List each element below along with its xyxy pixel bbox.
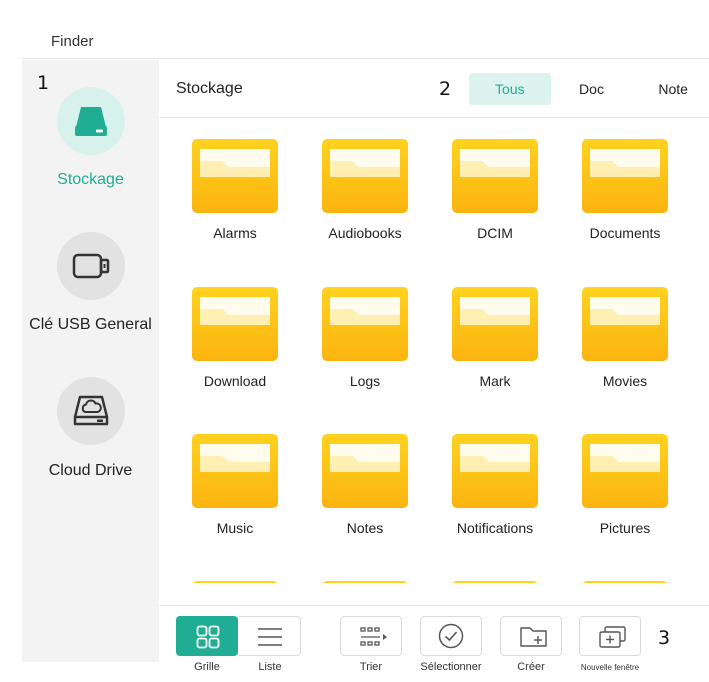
callout-3: 3 bbox=[658, 627, 671, 649]
folder-icon bbox=[192, 434, 278, 508]
list-view-button[interactable] bbox=[239, 616, 301, 656]
folder-icon bbox=[192, 139, 278, 213]
folder-icon bbox=[192, 287, 278, 361]
folder-icon bbox=[322, 287, 408, 361]
folder-item[interactable]: Alarms bbox=[170, 119, 300, 241]
folder-name: Documents bbox=[589, 225, 661, 241]
tool-label: Liste bbox=[258, 661, 282, 673]
folder-icon bbox=[193, 581, 277, 583]
new-folder-icon bbox=[520, 627, 547, 647]
new-window-icon bbox=[599, 626, 626, 648]
tab-note[interactable]: Note bbox=[632, 73, 709, 105]
tab-tous[interactable]: Tous bbox=[469, 73, 551, 105]
finder-window: Finder 1 Stockage Clé USB General Cloud … bbox=[22, 22, 709, 673]
sort-icon bbox=[360, 627, 387, 646]
sidebar-item-label: Cloud Drive bbox=[48, 462, 133, 479]
folder-name: Download bbox=[203, 373, 267, 389]
folder-item-partial[interactable] bbox=[430, 561, 560, 583]
folder-name: Music bbox=[216, 520, 254, 536]
folder-name: Pictures bbox=[599, 520, 651, 536]
folder-item[interactable]: Music bbox=[170, 414, 300, 536]
cloud-circle bbox=[57, 377, 125, 445]
folder-icon bbox=[582, 139, 668, 213]
cloud-drive-icon bbox=[73, 395, 109, 426]
title-bar: Finder bbox=[22, 22, 709, 59]
folder-icon bbox=[453, 581, 537, 583]
folder-item-partial[interactable] bbox=[300, 561, 430, 583]
folder-item[interactable]: Notifications bbox=[430, 414, 560, 536]
folder-icon bbox=[323, 581, 407, 583]
folder-icon bbox=[322, 139, 408, 213]
window-title: Finder bbox=[51, 33, 94, 50]
grid-view-button[interactable] bbox=[176, 616, 238, 656]
list-view-icon bbox=[258, 628, 282, 646]
folder-item-partial[interactable] bbox=[560, 561, 690, 583]
folder-grid: Alarms Audiobooks DCIM Documents Download Log… bbox=[159, 119, 709, 583]
folder-item[interactable]: Notes bbox=[300, 414, 430, 536]
folder-name: Movies bbox=[602, 373, 648, 389]
tool-label: Trier bbox=[359, 661, 383, 673]
folder-name: Mark bbox=[479, 373, 511, 389]
sidebar-item-stockage[interactable]: Stockage bbox=[22, 87, 159, 217]
callout-2: 2 bbox=[439, 78, 452, 100]
folder-item[interactable]: Audiobooks bbox=[300, 119, 430, 241]
folder-item[interactable]: Documents bbox=[560, 119, 690, 241]
folder-icon bbox=[583, 581, 667, 583]
folder-icon bbox=[322, 434, 408, 508]
bottom-toolbar: Grille Liste Trier Sélectionner Créer No… bbox=[159, 605, 709, 673]
select-button[interactable] bbox=[420, 616, 482, 656]
folder-name: Alarms bbox=[213, 225, 257, 241]
sidebar-item-usb[interactable]: Clé USB General bbox=[22, 232, 159, 362]
sidebar-item-cloud-drive[interactable]: Cloud Drive bbox=[22, 377, 159, 507]
folder-item[interactable]: Download bbox=[170, 267, 300, 389]
folder-item[interactable]: Mark bbox=[430, 267, 560, 389]
new-window-button[interactable] bbox=[579, 616, 641, 656]
grid-view-icon bbox=[196, 625, 220, 649]
folder-icon bbox=[452, 434, 538, 508]
folder-icon bbox=[582, 287, 668, 361]
filter-tabs: Tous Doc Note bbox=[469, 73, 709, 105]
folder-icon bbox=[452, 287, 538, 361]
folder-name: Logs bbox=[349, 373, 381, 389]
main-header: Stockage 2 Tous Doc Note bbox=[159, 60, 709, 118]
sidebar-item-label: Clé USB General bbox=[29, 316, 152, 333]
tool-label: Créer bbox=[517, 661, 545, 673]
tool-label: Sélectionner bbox=[420, 661, 482, 673]
sidebar-item-label: Stockage bbox=[57, 171, 124, 188]
folder-item[interactable]: DCIM bbox=[430, 119, 560, 241]
folder-item[interactable]: Logs bbox=[300, 267, 430, 389]
folder-item[interactable]: Movies bbox=[560, 267, 690, 389]
folder-name: Notifications bbox=[456, 520, 534, 536]
sidebar: 1 Stockage Clé USB General Cloud Drive bbox=[22, 60, 159, 662]
section-title: Stockage bbox=[176, 80, 243, 97]
main-panel: Stockage 2 Tous Doc Note Alarms Audiobook… bbox=[159, 60, 709, 673]
folder-name: Audiobooks bbox=[328, 225, 402, 241]
storage-drive-icon bbox=[75, 107, 107, 136]
usb-drive-icon bbox=[72, 253, 110, 279]
folder-name: DCIM bbox=[477, 225, 513, 241]
usb-circle bbox=[57, 232, 125, 300]
folder-name: Notes bbox=[346, 520, 384, 536]
storage-circle bbox=[57, 87, 125, 155]
folder-item-partial[interactable] bbox=[170, 561, 300, 583]
folder-icon bbox=[582, 434, 668, 508]
tool-label: Nouvelle fenêtre bbox=[580, 663, 640, 672]
create-folder-button[interactable] bbox=[500, 616, 562, 656]
folder-item[interactable]: Pictures bbox=[560, 414, 690, 536]
sort-button[interactable] bbox=[340, 616, 402, 656]
select-check-icon bbox=[438, 623, 464, 649]
folder-icon bbox=[452, 139, 538, 213]
tab-doc[interactable]: Doc bbox=[551, 73, 633, 105]
